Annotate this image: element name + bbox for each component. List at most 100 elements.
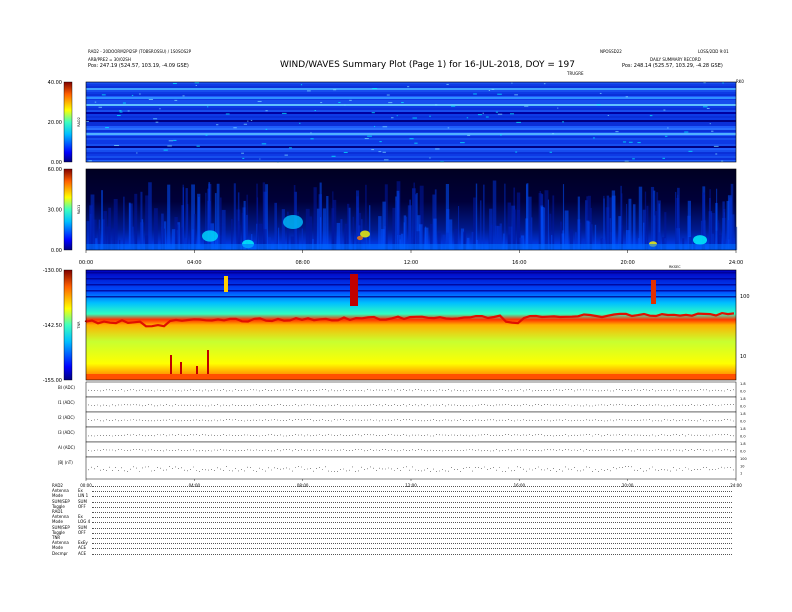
rad2-speckle bbox=[173, 139, 177, 141]
trace-right-tick: 1.8 bbox=[740, 397, 746, 401]
rad2-speckle bbox=[168, 140, 174, 142]
footer-row-label: Mode bbox=[52, 545, 63, 551]
footer-row-value: LIN 1 bbox=[78, 493, 89, 499]
rad2-speckle bbox=[382, 151, 386, 153]
footer-row: Antenna Ex bbox=[52, 515, 732, 519]
tnr-burst bbox=[350, 274, 358, 306]
rad2-speckle bbox=[155, 121, 159, 123]
rad2-speckle bbox=[429, 115, 431, 117]
rad2-band bbox=[86, 130, 736, 132]
tnr-burst bbox=[651, 280, 656, 304]
footer-row: Antenna Ex bbox=[52, 489, 732, 493]
tnr-spectrogram bbox=[84, 269, 737, 381]
rad2-speckle bbox=[127, 110, 130, 112]
rad2-speckle bbox=[281, 112, 287, 114]
rad2-speckle bbox=[300, 84, 303, 86]
rad2-speckle bbox=[662, 157, 665, 159]
footer-row-dots bbox=[92, 527, 732, 529]
rad2-speckle bbox=[174, 99, 178, 101]
rad2-speckle bbox=[715, 153, 718, 155]
tnr-right-tick: 100 bbox=[740, 294, 750, 300]
trace-right-tick: 1.8 bbox=[740, 382, 746, 386]
rad2-speckle bbox=[460, 142, 465, 144]
rad1-streak bbox=[256, 197, 259, 250]
rad2-speckle bbox=[491, 88, 495, 90]
footer-row: Toggle OFF bbox=[52, 503, 732, 509]
rad2-speckle bbox=[338, 101, 341, 103]
rad2-speckle bbox=[450, 105, 456, 107]
footer-row: RAD1 bbox=[52, 510, 732, 514]
rad1-streak bbox=[644, 191, 647, 250]
rad2-speckle bbox=[388, 102, 393, 104]
rad2-band bbox=[86, 108, 736, 110]
trace-right-tick: 100 bbox=[740, 457, 747, 461]
rad1-streak bbox=[480, 200, 482, 250]
rad1-streak bbox=[113, 198, 118, 250]
rad2-band bbox=[86, 148, 736, 150]
trace-label: BI (ADC) bbox=[58, 385, 75, 390]
rad1-streak bbox=[322, 208, 327, 250]
rad2-speckle bbox=[194, 82, 200, 84]
ytick-label: 30.00 bbox=[48, 208, 62, 214]
rad2-speckle bbox=[320, 102, 323, 104]
rad2-speckle bbox=[382, 126, 388, 128]
rad1-streak bbox=[128, 202, 131, 250]
rad1-streak bbox=[397, 207, 399, 250]
rad2-speckle bbox=[333, 89, 337, 91]
rad2-speckle bbox=[664, 135, 668, 137]
rad2-speckle bbox=[703, 106, 708, 108]
rad2-speckle bbox=[207, 106, 209, 108]
footer-row-value: ACE bbox=[78, 550, 86, 556]
rad2-speckle bbox=[372, 88, 378, 90]
footer-row: SUM/SEP SUM bbox=[52, 498, 732, 504]
footer-row-label: SUM/SEP bbox=[52, 498, 70, 504]
footer-row-value: OFF bbox=[78, 503, 86, 509]
rad1-streak bbox=[650, 186, 655, 250]
trace-right-tick: 1.8 bbox=[740, 427, 746, 431]
xtick-label: 04:00 bbox=[187, 260, 201, 266]
rad2-speckle bbox=[549, 151, 553, 153]
ytick-label: 60.00 bbox=[48, 167, 62, 173]
rad2-speckle bbox=[371, 112, 375, 114]
rad2-speckle bbox=[261, 143, 267, 145]
rad2-speckle bbox=[383, 159, 389, 161]
rad2-speckle bbox=[473, 93, 477, 95]
rad2-speckle bbox=[233, 127, 237, 129]
rad1-spectrogram bbox=[85, 168, 738, 251]
rad2-speckle bbox=[331, 155, 336, 157]
trace-right-tick: 0.0 bbox=[740, 405, 746, 409]
rad2-speckle bbox=[467, 134, 471, 136]
rad2-speckle bbox=[488, 89, 491, 91]
rad1-streak bbox=[646, 205, 649, 250]
rad2-speckle bbox=[265, 128, 268, 130]
rad2-speckle bbox=[86, 120, 89, 122]
rad1-streak bbox=[716, 188, 718, 250]
trace-row bbox=[85, 426, 737, 443]
rad2-band bbox=[86, 118, 736, 120]
footer-row-dots bbox=[92, 532, 732, 534]
rad2-speckle bbox=[516, 121, 521, 123]
rad2-speckle bbox=[497, 93, 502, 95]
rad2-speckle bbox=[114, 144, 120, 146]
rad2-speckle bbox=[446, 83, 449, 85]
trace-label: |B| (nT) bbox=[58, 460, 73, 465]
rad1-streak bbox=[552, 195, 555, 250]
rad2-speckle bbox=[139, 93, 141, 95]
rad2-speckle bbox=[500, 134, 502, 136]
panel-ylabel: TNR bbox=[77, 321, 81, 330]
footer-row: SUM/SEP SUM bbox=[52, 525, 732, 530]
rad2-speckle bbox=[593, 137, 595, 139]
rad2-speckle bbox=[344, 104, 346, 106]
rad2-speckle bbox=[515, 151, 518, 153]
ytick-label: 0.00 bbox=[51, 160, 62, 166]
ytick-label: 40.00 bbox=[48, 80, 62, 86]
rad1-streak bbox=[512, 209, 517, 250]
footer-row: Mode LOG 4 bbox=[52, 520, 732, 524]
rad2-speckle bbox=[148, 98, 154, 100]
rad2-band bbox=[86, 158, 736, 160]
rad2-band bbox=[86, 126, 736, 128]
trace-label: AI (ADC) bbox=[58, 445, 75, 450]
trace-right-tick: 1.8 bbox=[740, 412, 746, 416]
trace-row bbox=[85, 456, 737, 480]
rad1-streak bbox=[281, 209, 285, 250]
